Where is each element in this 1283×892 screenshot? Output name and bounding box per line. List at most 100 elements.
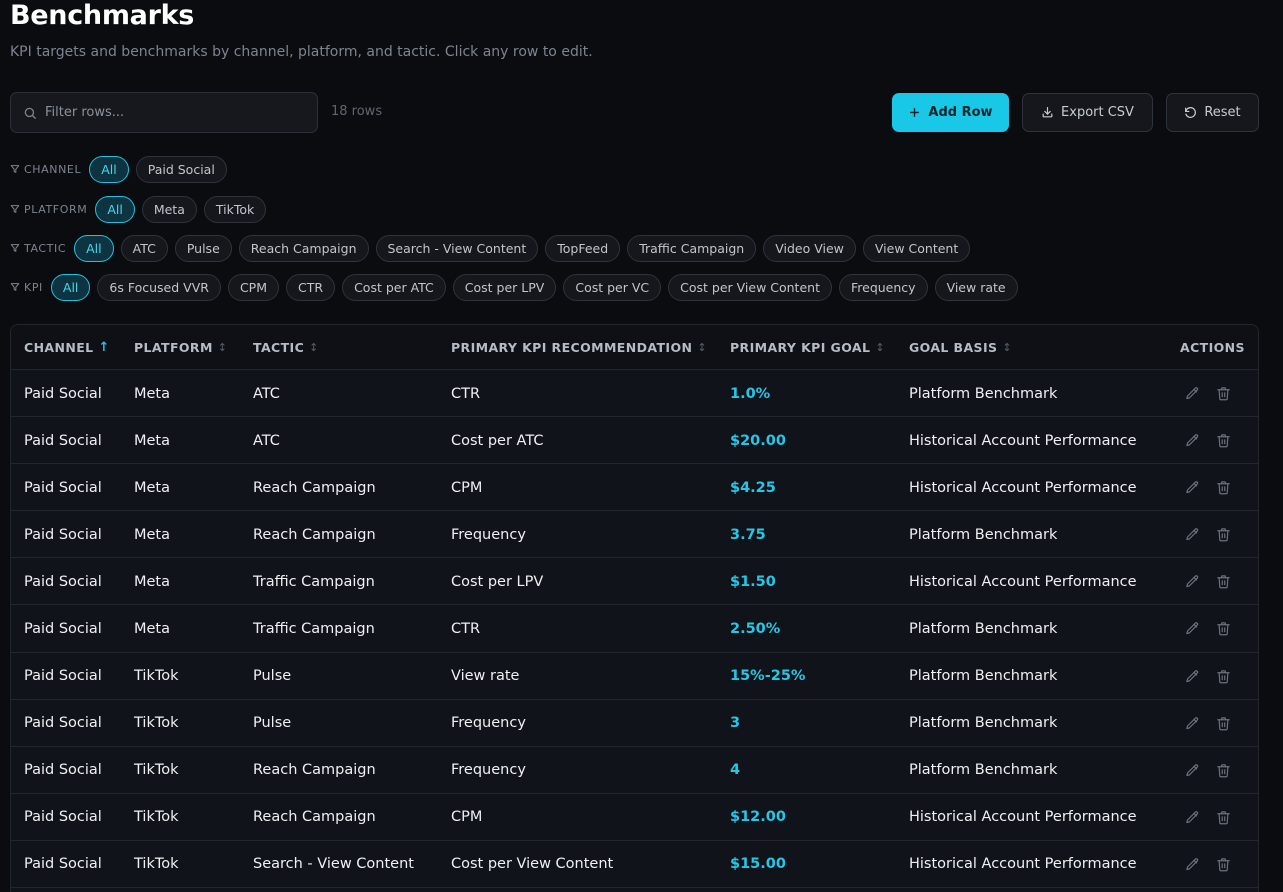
filter-chip-tactic[interactable]: Reach Campaign: [238, 234, 369, 262]
pencil-icon[interactable]: [1184, 480, 1200, 496]
export-csv-button[interactable]: Export CSV: [1022, 93, 1153, 132]
filter-chip-kpi[interactable]: Cost per LPV: [452, 273, 557, 301]
pencil-icon[interactable]: [1184, 668, 1200, 684]
filter-chip-kpi[interactable]: Cost per ATC: [342, 273, 446, 301]
row-actions: [1184, 511, 1231, 558]
cell-goal-basis: Platform Benchmark: [909, 762, 1058, 779]
trash-icon[interactable]: [1215, 621, 1231, 637]
pencil-icon[interactable]: [1184, 386, 1200, 402]
filter-chip-tactic[interactable]: All: [74, 234, 114, 262]
pencil-icon[interactable]: [1184, 527, 1200, 543]
table-row[interactable]: Paid Social Meta Reach Campaign Frequency 3.…: [11, 511, 1258, 559]
pencil-icon[interactable]: [1184, 762, 1200, 778]
trash-icon[interactable]: [1215, 762, 1231, 778]
filter-chip-tactic[interactable]: ATC: [120, 234, 168, 262]
table-row[interactable]: Paid Social TikTok Search - View Content Co…: [11, 840, 1258, 889]
trash-icon[interactable]: [1215, 480, 1231, 496]
filter-chip-tactic[interactable]: Pulse: [174, 234, 232, 262]
trash-icon[interactable]: [1215, 433, 1231, 449]
column-header[interactable]: CHANNEL ↑: [24, 340, 110, 355]
filter-chip-kpi[interactable]: Cost per VC: [563, 273, 662, 301]
filter-label-channel: CHANNEL: [10, 163, 81, 176]
pencil-icon[interactable]: [1184, 715, 1200, 731]
row-actions: [1184, 370, 1231, 417]
pencil-icon[interactable]: [1184, 809, 1200, 825]
filter-icon: [10, 282, 20, 292]
filter-chip-kpi[interactable]: CTR: [286, 273, 336, 301]
table-row[interactable]: Paid Social Meta Traffic Campaign Cost per …: [11, 558, 1258, 606]
cell-goal: 1.0%: [730, 385, 771, 402]
column-header[interactable]: PRIMARY KPI GOAL ↕: [730, 340, 885, 355]
pencil-icon[interactable]: [1184, 621, 1200, 637]
trash-icon[interactable]: [1215, 574, 1231, 590]
cell-goal: 15%-25%: [730, 668, 806, 685]
table-row[interactable]: Paid Social TikTok Pulse Frequency 3 Platform…: [11, 699, 1258, 747]
cell-goal: $1.50: [730, 573, 776, 590]
search-input[interactable]: [45, 105, 295, 120]
filter-chip-tactic[interactable]: Search - View Content: [375, 234, 539, 262]
row-actions: [1184, 794, 1231, 841]
filter-chip-platform[interactable]: Meta: [141, 195, 197, 223]
cell-tactic: Reach Campaign: [253, 809, 376, 826]
sort-icon: ↕: [1002, 340, 1013, 354]
trash-icon[interactable]: [1215, 715, 1231, 731]
trash-icon[interactable]: [1215, 668, 1231, 684]
filter-chip-tactic[interactable]: Traffic Campaign: [627, 234, 757, 262]
filter-chip-channel[interactable]: All: [89, 155, 129, 183]
filter-chip-kpi[interactable]: All: [50, 273, 91, 301]
search-box[interactable]: [10, 92, 318, 133]
column-header[interactable]: GOAL BASIS ↕: [909, 340, 1012, 355]
table-row[interactable]: Paid Social Meta ATC Cost per ATC $20.00 Hist…: [11, 417, 1258, 465]
page-subtitle: KPI targets and benchmarks by channel, p…: [10, 44, 593, 60]
filter-chip-kpi[interactable]: CPM: [227, 273, 279, 301]
cell-goal-basis: Historical Account Performance: [909, 573, 1137, 590]
filter-row-kpi: KPI All 6s Focused VVR CPM CTR Cost per ATC Co…: [10, 273, 1025, 301]
filter-row-platform: PLATFORM All Meta TikTok: [10, 195, 273, 223]
cell-goal-basis: Historical Account Performance: [909, 856, 1137, 873]
filter-chip-platform[interactable]: All: [95, 195, 135, 223]
export-csv-label: Export CSV: [1061, 105, 1134, 120]
sort-icon: ↕: [217, 340, 228, 354]
pencil-icon[interactable]: [1184, 856, 1200, 872]
cell-channel: Paid Social: [24, 715, 102, 732]
row-actions: [1184, 653, 1231, 700]
table-row[interactable]: Paid Social Meta Traffic Campaign CTR 2.50% P…: [11, 605, 1258, 653]
table-row[interactable]: Paid Social Meta Reach Campaign CPM $4.25 His…: [11, 464, 1258, 512]
cell-goal-basis: Platform Benchmark: [909, 620, 1058, 637]
cell-goal-basis: Platform Benchmark: [909, 668, 1058, 685]
filter-chip-kpi[interactable]: Cost per View Content: [668, 273, 832, 301]
cell-platform: Meta: [134, 432, 171, 449]
cell-tactic: Reach Campaign: [253, 479, 376, 496]
cell-platform: TikTok: [134, 715, 179, 732]
trash-icon[interactable]: [1215, 527, 1231, 543]
filter-chip-kpi[interactable]: View rate: [934, 273, 1018, 301]
column-header[interactable]: PRIMARY KPI RECOMMENDATION ↕: [451, 340, 707, 355]
filter-chip-platform[interactable]: TikTok: [203, 195, 267, 223]
filter-chip-tactic[interactable]: Video View: [763, 234, 856, 262]
cell-channel: Paid Social: [24, 479, 102, 496]
column-header[interactable]: PLATFORM ↕: [134, 340, 227, 355]
add-row-button[interactable]: Add Row: [892, 93, 1009, 132]
trash-icon[interactable]: [1215, 386, 1231, 402]
table-row[interactable]: Paid Social Meta ATC CTR 1.0% Platform Benchm…: [11, 370, 1258, 418]
pencil-icon[interactable]: [1184, 574, 1200, 590]
table-row[interactable]: Paid Social TikTok Reach Campaign Frequency…: [11, 746, 1258, 794]
sort-icon: ↕: [309, 340, 319, 354]
column-header[interactable]: TACTIC ↕: [253, 340, 319, 355]
filter-chip-kpi[interactable]: Frequency: [838, 273, 928, 301]
trash-icon[interactable]: [1215, 856, 1231, 872]
table-row[interactable]: Paid Social TikTok Pulse View rate 15%-25% Pl…: [11, 652, 1258, 700]
pencil-icon[interactable]: [1184, 433, 1200, 449]
cell-kpi: Frequency: [451, 762, 526, 779]
filter-chip-tactic[interactable]: View Content: [862, 234, 971, 262]
filter-row-channel: CHANNEL All Paid Social: [10, 155, 234, 183]
table-row[interactable]: Paid Social TikTok Reach Campaign CPM $12.00…: [11, 793, 1258, 841]
column-header-label: TACTIC: [253, 339, 305, 355]
cell-tactic: ATC: [253, 385, 280, 402]
filter-chip-channel[interactable]: Paid Social: [135, 155, 227, 183]
reset-button[interactable]: Reset: [1166, 93, 1259, 132]
filter-chip-kpi[interactable]: 6s Focused VVR: [97, 273, 221, 301]
cell-platform: Meta: [134, 385, 171, 402]
filter-chip-tactic[interactable]: TopFeed: [545, 234, 621, 262]
trash-icon[interactable]: [1215, 809, 1231, 825]
